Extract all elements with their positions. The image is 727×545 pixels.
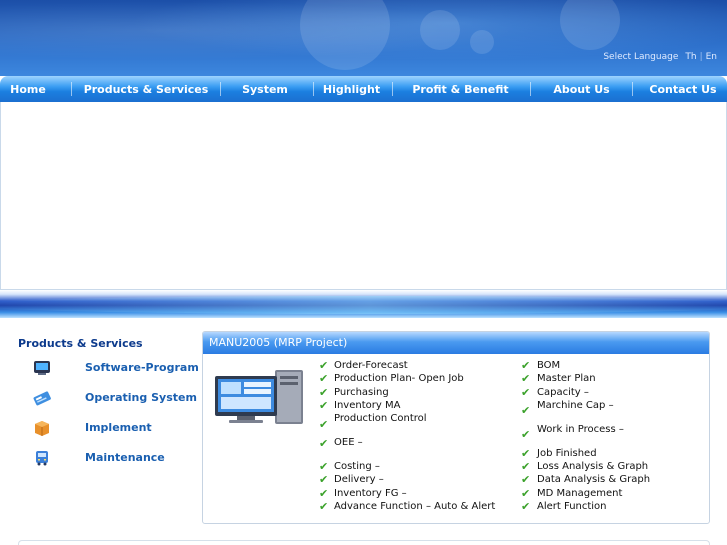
check-icon: ✔: [521, 473, 531, 486]
feature-item: Order-Forecast: [334, 360, 408, 371]
monitor-icon: [32, 359, 52, 377]
check-icon: ✔: [521, 359, 531, 372]
check-icon: ✔: [521, 500, 531, 513]
check-icon: ✔: [521, 372, 531, 385]
feature-item: Capacity –: [537, 387, 589, 398]
product-panel: MANU2005 (MRP Project) ✔ Order-Forecast …: [202, 331, 710, 524]
feature-item: Marchine Cap –: [537, 400, 614, 411]
panel-header: MANU2005 (MRP Project): [203, 332, 709, 354]
language-option-en[interactable]: En: [706, 52, 717, 62]
feature-item: Production Plan- Open Job: [334, 373, 464, 384]
sidebar-item-label: Software-Program: [85, 361, 199, 374]
check-icon: ✔: [521, 404, 531, 417]
box-icon: [32, 419, 52, 437]
check-icon: ✔: [319, 399, 329, 412]
language-option-th[interactable]: Th: [685, 52, 696, 62]
feature-item: Inventory FG –: [334, 488, 407, 499]
nav-about-us[interactable]: About Us: [531, 76, 632, 102]
nav-contact-us[interactable]: Contact Us: [633, 76, 727, 102]
check-icon: ✔: [319, 418, 329, 431]
nav-home[interactable]: Home: [0, 76, 56, 102]
sidebar-item-label: Implement: [85, 421, 152, 434]
check-icon: ✔: [521, 447, 531, 460]
language-label: Select Language: [603, 52, 679, 62]
check-icon: ✔: [521, 386, 531, 399]
banner-bubble: [560, 0, 620, 50]
feature-item: Production Control: [334, 413, 427, 424]
language-separator: |: [699, 52, 703, 62]
feature-item: MD Management: [537, 488, 623, 499]
nav-highlight[interactable]: Highlight: [314, 76, 389, 102]
feature-item: Purchasing: [334, 387, 389, 398]
feature-item: Delivery –: [334, 474, 384, 485]
sidebar-item-maintenance[interactable]: Maintenance: [32, 449, 165, 467]
feature-item: Work in Process –: [537, 424, 624, 435]
hero-area: [0, 102, 727, 290]
feature-item: Data Analysis & Graph: [537, 474, 651, 485]
computer-illustration: [215, 370, 303, 424]
check-icon: ✔: [319, 473, 329, 486]
check-icon: ✔: [319, 359, 329, 372]
sidebar-item-operating-system[interactable]: Operating System: [32, 389, 197, 407]
panel-title: MANU2005 (MRP Project): [209, 336, 348, 349]
check-icon: ✔: [521, 460, 531, 473]
sidebar-item-software-program[interactable]: Software-Program: [32, 359, 199, 377]
check-icon: ✔: [521, 428, 531, 441]
feature-item: Advance Function – Auto & Alert: [334, 501, 496, 512]
feature-item: Costing –: [334, 461, 380, 472]
check-icon: ✔: [521, 487, 531, 500]
sidebar-item-label: Operating System: [85, 391, 197, 404]
bus-icon: [32, 449, 52, 467]
nav-profit-benefit[interactable]: Profit & Benefit: [393, 76, 528, 102]
feature-item: BOM: [537, 360, 561, 371]
banner-bubble: [420, 10, 460, 50]
check-icon: ✔: [319, 500, 329, 513]
sidebar-title: Products & Services: [18, 337, 143, 350]
feature-item: Alert Function: [537, 501, 607, 512]
card-icon: [32, 389, 52, 407]
feature-item: Job Finished: [537, 448, 597, 459]
feature-item: Inventory MA: [334, 400, 401, 411]
feature-item: Master Plan: [537, 373, 596, 384]
check-icon: ✔: [319, 487, 329, 500]
sidebar-item-implement[interactable]: Implement: [32, 419, 152, 437]
check-icon: ✔: [319, 437, 329, 450]
feature-item: Loss Analysis & Graph: [537, 461, 649, 472]
nav-system[interactable]: System: [221, 76, 309, 102]
banner-bubble: [470, 30, 494, 54]
sidebar-item-label: Maintenance: [85, 451, 165, 464]
header-banner: Select Language Th | En: [0, 0, 727, 76]
check-icon: ✔: [319, 386, 329, 399]
main-nav: Home Products & Services System Highligh…: [0, 76, 727, 102]
language-selector: Select Language Th | En: [603, 51, 717, 63]
check-icon: ✔: [319, 460, 329, 473]
banner-bubble: [300, 0, 390, 70]
footer-panel-edge: [18, 540, 710, 545]
wave-strip: [0, 290, 727, 318]
feature-item: OEE –: [334, 437, 363, 448]
nav-products-services[interactable]: Products & Services: [72, 76, 220, 102]
check-icon: ✔: [319, 372, 329, 385]
